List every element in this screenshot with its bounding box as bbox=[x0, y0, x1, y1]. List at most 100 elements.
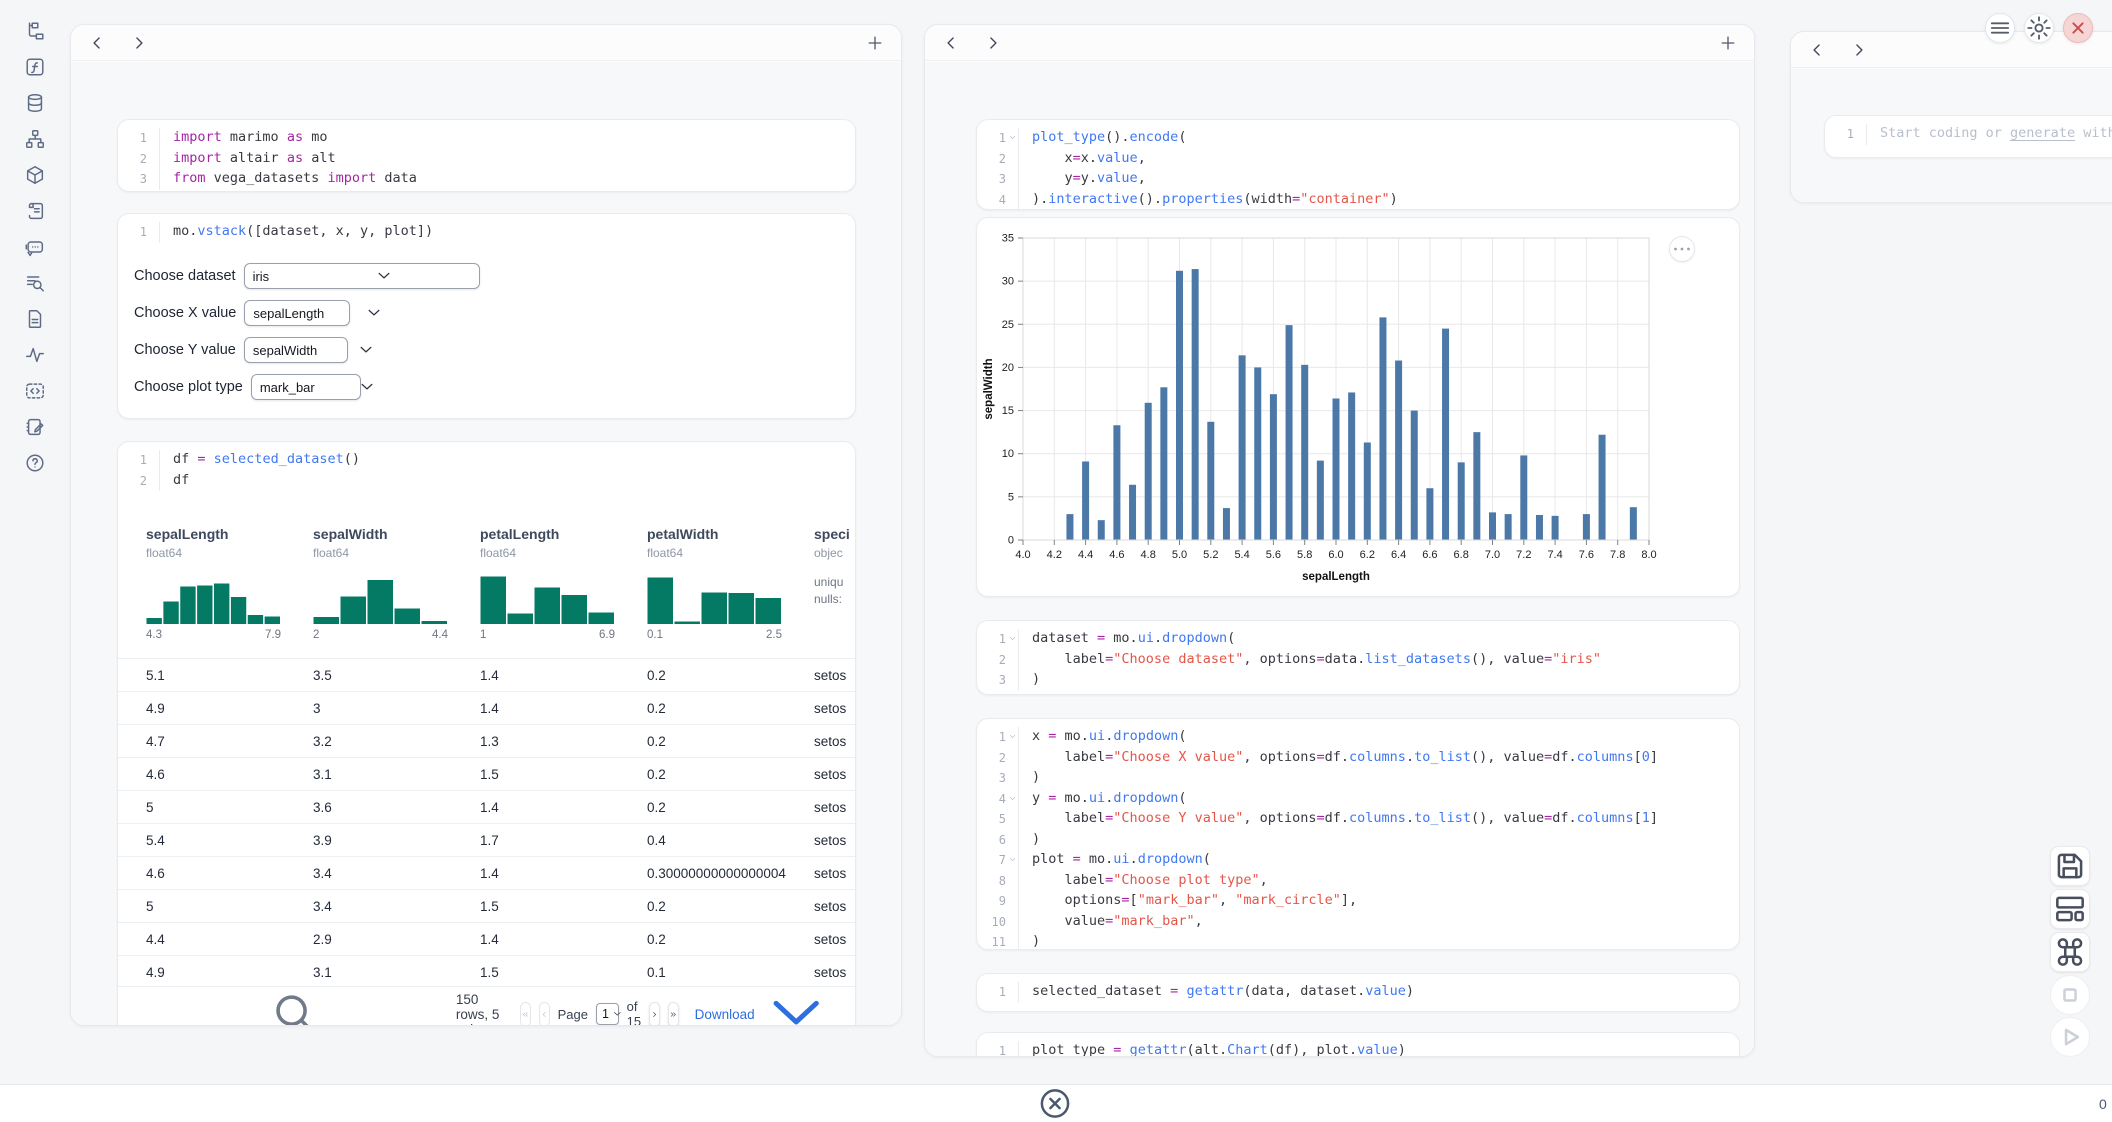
activity-icon[interactable] bbox=[24, 344, 46, 366]
code-line[interactable]: 1x = mo.ui.dropdown( bbox=[977, 727, 1739, 748]
table-row[interactable]: 53.41.50.2setos bbox=[118, 889, 855, 922]
code-line[interactable]: 3 y=y.value, bbox=[977, 169, 1739, 190]
first-page-button[interactable] bbox=[520, 1002, 531, 1027]
layout-toggle-button[interactable] bbox=[2050, 889, 2090, 929]
code-line[interactable]: 10 value="mark_bar", bbox=[977, 912, 1739, 933]
code-line[interactable]: 7plot = mo.ui.dropdown( bbox=[977, 850, 1739, 871]
code-line[interactable]: 1plot_type().encode( bbox=[977, 128, 1739, 149]
add-cell-button[interactable] bbox=[1718, 33, 1738, 53]
column-histogram[interactable] bbox=[313, 572, 448, 624]
command-palette-button[interactable] bbox=[2050, 932, 2090, 972]
code-line[interactable]: 2 label="Choose X value", options=df.col… bbox=[977, 748, 1739, 769]
dataset-select[interactable]: iris bbox=[244, 263, 480, 289]
save-button[interactable] bbox=[2050, 846, 2090, 886]
last-page-button[interactable] bbox=[668, 1002, 679, 1027]
code-cell-selected-dataset[interactable]: 1selected_dataset = getattr(data, datase… bbox=[976, 973, 1740, 1012]
column-header-speci[interactable]: speciobjecuniqunulls: bbox=[814, 526, 855, 658]
code-line[interactable]: 8 label="Choose plot type", bbox=[977, 871, 1739, 892]
column-histogram[interactable] bbox=[146, 572, 281, 624]
close-panel-button[interactable] bbox=[2063, 13, 2093, 43]
logs-search-icon[interactable] bbox=[24, 272, 46, 294]
document-icon[interactable] bbox=[24, 308, 46, 330]
column-header-petalLength[interactable]: petalLengthfloat6416.9 bbox=[480, 526, 647, 658]
scroll-right-button[interactable] bbox=[983, 33, 1003, 53]
code-line[interactable]: 5 label="Choose Y value", options=df.col… bbox=[977, 809, 1739, 830]
fold-caret-icon[interactable] bbox=[1008, 732, 1017, 741]
table-row[interactable]: 4.42.91.40.2setos bbox=[118, 922, 855, 955]
code-line[interactable]: 2 label="Choose dataset", options=data.l… bbox=[977, 650, 1739, 671]
code-line[interactable]: 3) bbox=[977, 670, 1739, 691]
chatbot-icon[interactable] bbox=[24, 236, 46, 258]
code-editor[interactable]: 1x = mo.ui.dropdown(2 label="Choose X va… bbox=[977, 719, 1739, 950]
code-line[interactable]: 4y = mo.ui.dropdown( bbox=[977, 789, 1739, 810]
package-icon[interactable] bbox=[24, 164, 46, 186]
plot-type-select[interactable]: mark_bar bbox=[251, 374, 361, 400]
page-select[interactable]: 1 bbox=[596, 1003, 619, 1025]
help-icon[interactable] bbox=[24, 452, 46, 474]
bar-chart[interactable]: 051015202530354.04.24.44.64.85.05.25.45.… bbox=[977, 218, 1740, 597]
code-cell-imports[interactable]: 1import marimo as mo2import altair as al… bbox=[117, 119, 856, 192]
code-editor[interactable]: 1import marimo as mo2import altair as al… bbox=[118, 120, 855, 192]
chart-menu-button[interactable] bbox=[1669, 236, 1695, 262]
previous-page-button[interactable] bbox=[539, 1002, 550, 1027]
code-line[interactable]: 2 x=x.value, bbox=[977, 149, 1739, 170]
code-line[interactable]: 6) bbox=[977, 830, 1739, 851]
code-line[interactable]: 9 options=["mark_bar", "mark_circle"], bbox=[977, 891, 1739, 912]
database-icon[interactable] bbox=[24, 92, 46, 114]
table-row[interactable]: 5.13.51.40.2setos bbox=[118, 658, 855, 691]
scroll-right-button[interactable] bbox=[129, 33, 149, 53]
fold-caret-icon[interactable] bbox=[1008, 634, 1017, 643]
scroll-left-button[interactable] bbox=[87, 33, 107, 53]
code-line[interactable]: 1df = selected_dataset() bbox=[118, 450, 855, 471]
code-line[interactable]: 1import marimo as mo bbox=[118, 128, 855, 149]
code-line[interactable]: 11) bbox=[977, 932, 1739, 950]
run-all-button[interactable] bbox=[2050, 1017, 2090, 1057]
code-line[interactable]: 1dataset = mo.ui.dropdown( bbox=[977, 629, 1739, 650]
code-editor[interactable]: 1selected_dataset = getattr(data, datase… bbox=[977, 974, 1739, 1011]
table-row[interactable]: 4.73.21.30.2setos bbox=[118, 724, 855, 757]
code-line[interactable]: 4).interactive().properties(width="conta… bbox=[977, 190, 1739, 211]
functions-icon[interactable] bbox=[24, 56, 46, 78]
column-histogram[interactable] bbox=[480, 572, 615, 624]
code-line[interactable]: 3from vega_datasets import data bbox=[118, 169, 855, 190]
error-count-icon[interactable] bbox=[16, 1085, 2094, 1122]
code-cell-dataset-dropdown[interactable]: 1dataset = mo.ui.dropdown(2 label="Choos… bbox=[976, 620, 1740, 695]
fold-caret-icon[interactable] bbox=[1008, 133, 1017, 142]
column-header-petalWidth[interactable]: petalWidthfloat640.12.5 bbox=[647, 526, 814, 658]
code-line[interactable]: 3) bbox=[977, 768, 1739, 789]
code-cell-dataframe[interactable]: 1df = selected_dataset()2df sepalLengthf… bbox=[117, 441, 856, 1026]
code-line[interactable]: 1mo.vstack([dataset, x, y, plot]) bbox=[118, 222, 855, 243]
code-editor[interactable]: 1plot_type().encode(2 x=x.value,3 y=y.va… bbox=[977, 120, 1739, 210]
code-editor[interactable]: 1mo.vstack([dataset, x, y, plot]) bbox=[118, 214, 855, 251]
code-line[interactable]: 2import altair as alt bbox=[118, 149, 855, 170]
table-row[interactable]: 4.63.11.50.2setos bbox=[118, 757, 855, 790]
add-cell-button[interactable] bbox=[865, 33, 885, 53]
table-row[interactable]: 5.43.91.70.4setos bbox=[118, 823, 855, 856]
next-page-button[interactable] bbox=[649, 1002, 660, 1027]
code-cell-plot-type[interactable]: 1plot_type = getattr(alt.Chart(df), plot… bbox=[976, 1032, 1740, 1057]
code-cell-xy-dropdowns[interactable]: 1x = mo.ui.dropdown(2 label="Choose X va… bbox=[976, 718, 1740, 950]
stop-run-button[interactable] bbox=[2050, 975, 2090, 1015]
code-editor[interactable]: 1dataset = mo.ui.dropdown(2 label="Choos… bbox=[977, 621, 1739, 695]
column-histogram[interactable] bbox=[647, 572, 782, 624]
download-button[interactable]: Download bbox=[695, 977, 833, 1026]
script-icon[interactable] bbox=[24, 200, 46, 222]
generate-link[interactable]: generate bbox=[2010, 125, 2075, 141]
fold-caret-icon[interactable] bbox=[1008, 794, 1017, 803]
scroll-right-button[interactable] bbox=[1849, 40, 1869, 60]
code-placeholder[interactable]: Start coding or generate with bbox=[1867, 124, 2112, 145]
menu-button[interactable] bbox=[1985, 13, 2015, 43]
x-value-select[interactable]: sepalLength bbox=[244, 300, 350, 326]
empty-code-cell[interactable]: 1 Start coding or generate with bbox=[1824, 115, 2112, 158]
fold-caret-icon[interactable] bbox=[1008, 855, 1017, 864]
scratchpad-icon[interactable] bbox=[24, 416, 46, 438]
code-editor[interactable]: 1df = selected_dataset()2df bbox=[118, 442, 855, 499]
snippets-icon[interactable] bbox=[24, 380, 46, 402]
settings-button[interactable] bbox=[2024, 13, 2054, 43]
file-tree-icon[interactable] bbox=[24, 20, 46, 42]
table-row[interactable]: 53.61.40.2setos bbox=[118, 790, 855, 823]
table-row[interactable]: 4.63.41.40.30000000000000004setos bbox=[118, 856, 855, 889]
column-header-sepalWidth[interactable]: sepalWidthfloat6424.4 bbox=[313, 526, 480, 658]
code-line[interactable]: 2df bbox=[118, 471, 855, 492]
code-line[interactable]: 1plot_type = getattr(alt.Chart(df), plot… bbox=[977, 1041, 1739, 1057]
